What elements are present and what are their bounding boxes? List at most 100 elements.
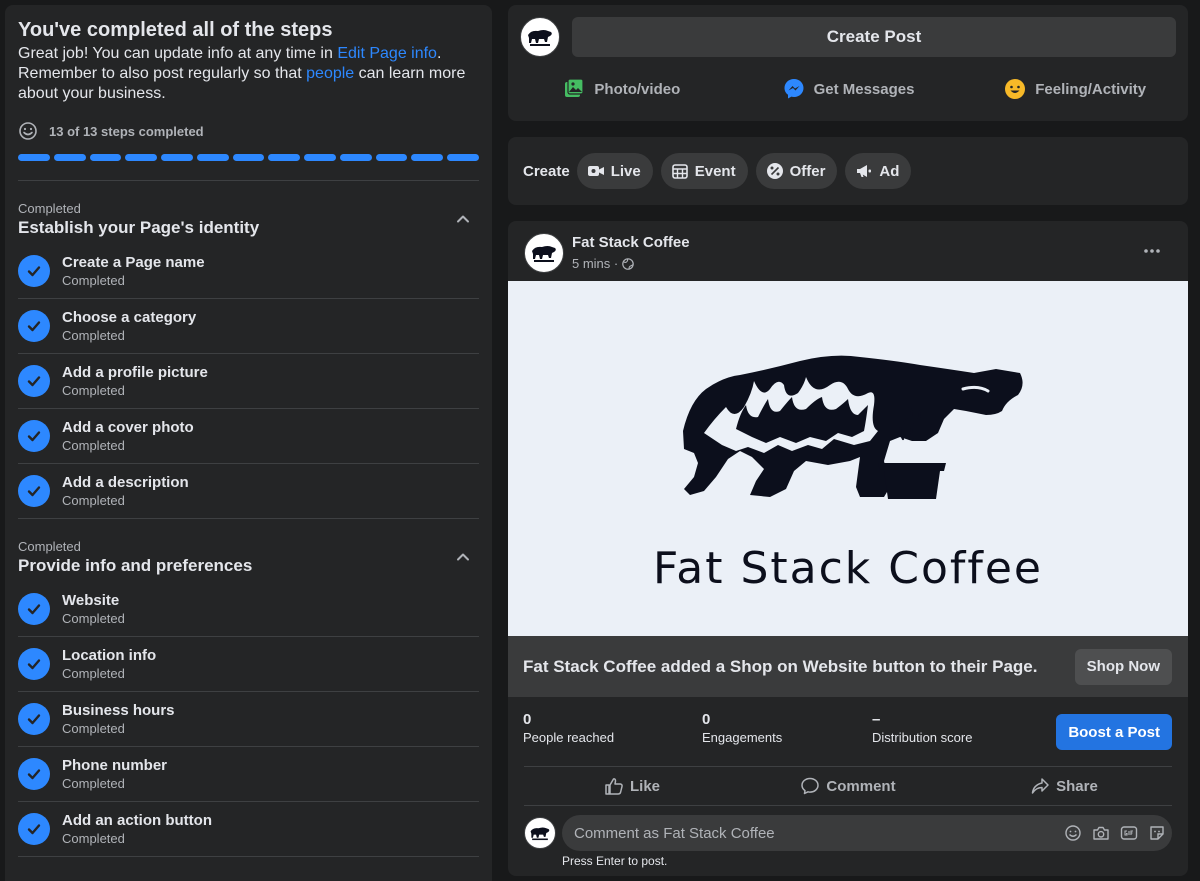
panel-title: You've completed all of the steps	[18, 19, 333, 41]
step-title: Add an action button	[62, 811, 212, 829]
step-item[interactable]: Choose a category Completed	[18, 299, 479, 354]
check-icon	[18, 310, 50, 342]
check-icon	[18, 420, 50, 452]
globe-icon	[622, 257, 635, 270]
post-image[interactable]: Fat Stack Coffee	[508, 281, 1188, 636]
step-item[interactable]: Add a profile picture Completed	[18, 354, 479, 409]
progress-segment	[89, 154, 122, 161]
live-button[interactable]: Live	[576, 153, 653, 189]
progress-segment	[232, 154, 265, 161]
action-label: Photo/video	[594, 80, 681, 98]
sticker-icon[interactable]	[1148, 824, 1166, 842]
post-author-avatar[interactable]	[524, 233, 564, 273]
step-status: Completed	[62, 492, 125, 508]
step-item[interactable]: Create a Page name Completed	[18, 244, 479, 299]
progress-segment	[18, 154, 50, 161]
panel-description: Great job! You can update info at any ti…	[18, 44, 473, 104]
action-label: Feeling/Activity	[1035, 80, 1147, 98]
gif-icon[interactable]	[1120, 824, 1138, 842]
edit-page-info-link[interactable]: Edit Page info	[337, 45, 437, 62]
section-title: Establish your Page's identity	[18, 218, 260, 237]
check-icon	[18, 813, 50, 845]
check-icon	[18, 703, 50, 735]
create-post-button[interactable]: Create Post	[572, 17, 1176, 57]
section-caption: Completed	[18, 201, 81, 216]
stat-label: Engagements	[702, 730, 783, 745]
progress-bar	[18, 154, 479, 161]
reaction-label: Like	[629, 777, 660, 795]
post-author-name[interactable]: Fat Stack Coffee	[572, 234, 690, 251]
like-button[interactable]: Like	[524, 767, 740, 805]
chevron-up-icon[interactable]	[455, 549, 471, 565]
shop-bar: Fat Stack Coffee added a Shop on Website…	[508, 636, 1188, 697]
comment-hint: Press Enter to post.	[562, 854, 668, 868]
progress-segment	[339, 154, 372, 161]
step-item[interactable]: Add a description Completed	[18, 464, 479, 519]
bear-logo-icon	[528, 30, 552, 46]
step-title: Add a description	[62, 473, 189, 491]
post-meta: 5 mins ·	[572, 256, 635, 271]
step-status: Completed	[62, 830, 125, 846]
progress-segment	[411, 154, 444, 161]
stat-engagements: 0 Engagements	[702, 711, 782, 747]
get-messages-button[interactable]: Get Messages	[735, 69, 962, 109]
step-title: Add a cover photo	[62, 418, 194, 436]
section-title: Provide info and preferences	[18, 556, 253, 575]
feeling-activity-button[interactable]: Feeling/Activity	[961, 69, 1188, 109]
comment-composer: Comment as Fat Stack Coffee	[524, 815, 1172, 851]
check-icon	[18, 255, 50, 287]
step-item[interactable]: Business hours Completed	[18, 692, 479, 747]
create-post-card: Create Post Photo/video Get Messages Fee…	[508, 5, 1188, 121]
people-link[interactable]: people	[306, 65, 354, 82]
progress-segment	[375, 154, 408, 161]
check-icon	[18, 365, 50, 397]
stat-value: 0	[523, 711, 532, 728]
progress-segment	[268, 154, 301, 161]
steps-list: Website Completed Location info Completed …	[18, 582, 479, 857]
chevron-up-icon[interactable]	[455, 211, 471, 227]
comment-tools	[1064, 824, 1166, 842]
commenter-avatar[interactable]	[524, 817, 556, 849]
create-label: Create	[523, 162, 570, 180]
progress-segment	[196, 154, 229, 161]
section-caption: Completed	[18, 539, 81, 554]
shop-now-button[interactable]: Shop Now	[1074, 648, 1172, 685]
event-button[interactable]: Event	[660, 153, 748, 189]
post-insights: 0 People reached 0 Engagements – Distrib…	[508, 697, 1188, 765]
step-item[interactable]: Add a cover photo Completed	[18, 409, 479, 464]
more-options-icon[interactable]	[1142, 243, 1162, 259]
emoji-icon[interactable]	[1064, 824, 1082, 842]
comment-icon	[801, 777, 820, 795]
offer-button[interactable]: Offer	[755, 153, 838, 189]
reaction-bar: Like Comment Share	[524, 766, 1172, 806]
ad-button[interactable]: Ad	[845, 153, 912, 189]
progress-segment	[304, 154, 336, 161]
comment-input[interactable]: Comment as Fat Stack Coffee	[562, 815, 1172, 851]
messenger-icon	[784, 79, 804, 99]
bear-logo-icon	[530, 827, 550, 841]
comment-button[interactable]: Comment	[740, 767, 956, 805]
step-item[interactable]: Location info Completed	[18, 637, 479, 692]
thumbs-up-icon	[605, 778, 623, 795]
step-status: Completed	[62, 665, 125, 681]
share-button[interactable]: Share	[956, 767, 1172, 805]
step-item[interactable]: Add an action button Completed	[18, 802, 479, 857]
step-item[interactable]: Phone number Completed	[18, 747, 479, 802]
camera-icon[interactable]	[1092, 824, 1110, 842]
reaction-label: Share	[1056, 777, 1098, 795]
event-icon	[671, 164, 688, 179]
steps-count-text: 13 of 13 steps completed	[49, 123, 204, 139]
step-item[interactable]: Website Completed	[18, 582, 479, 637]
create-post-actions: Photo/video Get Messages Feeling/Activit…	[508, 69, 1188, 109]
photo-video-button[interactable]: Photo/video	[508, 69, 735, 109]
page-avatar[interactable]	[520, 17, 560, 57]
section-identity: Completed Establish your Page's identity…	[18, 181, 479, 519]
progress-segment	[125, 154, 158, 161]
step-title: Business hours	[62, 701, 175, 719]
step-status: Completed	[62, 272, 125, 288]
chip-label: Ad	[879, 162, 900, 180]
step-title: Website	[62, 591, 120, 609]
shop-description: Fat Stack Coffee added a Shop on Website…	[523, 656, 1038, 676]
boost-post-button[interactable]: Boost a Post	[1056, 714, 1172, 750]
post-time[interactable]: 5 mins ·	[572, 256, 618, 271]
